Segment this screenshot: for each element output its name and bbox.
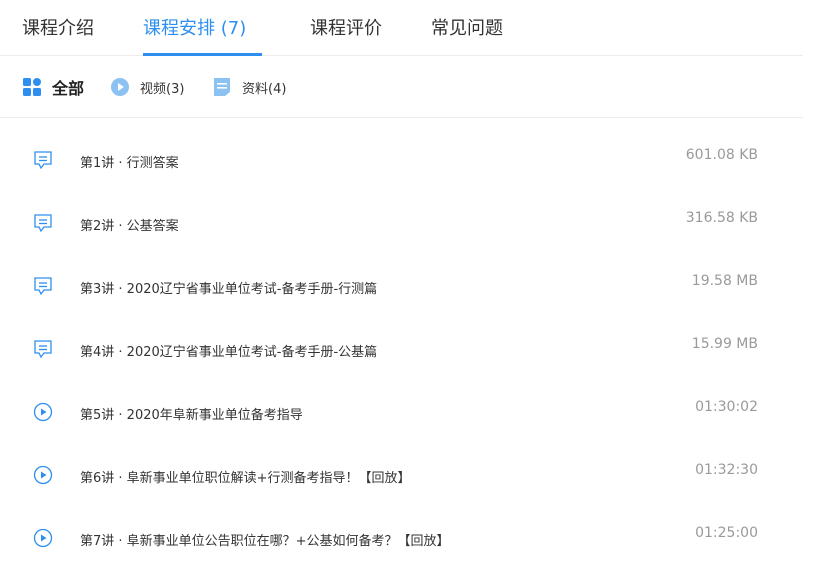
filter-all[interactable]: 全部 (22, 75, 84, 99)
play-circle-icon (32, 402, 54, 422)
filter-docs[interactable]: 资料(4) (212, 75, 286, 99)
lesson-row[interactable]: 第4讲 · 2020辽宁省事业单位考试-备考手册-公基篇 15.99 MB (0, 307, 803, 370)
lesson-duration: 01:25:00 (695, 525, 758, 541)
lesson-title: 第5讲 · 2020年阜新事业单位备考指导 (80, 408, 303, 423)
lesson-size: 601.08 KB (685, 147, 758, 163)
filter-all-label: 全部 (52, 79, 85, 98)
course-tabs: 课程介绍 课程安排 (7) 课程评价 常见问题 (0, 0, 803, 56)
lesson-title: 第1讲 · 行测答案 (80, 156, 179, 171)
document-icon (212, 77, 232, 97)
lesson-row[interactable]: 第2讲 · 公基答案 316.58 KB (0, 181, 803, 244)
filter-bar: 全部 视频(3) 资料(4) (0, 56, 803, 118)
grid-icon (22, 77, 42, 97)
lesson-row[interactable]: 第1讲 · 行测答案 601.08 KB (0, 118, 803, 181)
lesson-duration: 01:32:30 (695, 462, 758, 478)
tab-faq[interactable]: 常见问题 (431, 14, 503, 40)
filter-docs-label: 资料(4) (242, 81, 287, 97)
lesson-title: 第7讲 · 阜新事业单位公告职位在哪？+公基如何备考？【回放】 (80, 534, 450, 549)
play-circle-icon (32, 528, 54, 548)
lesson-row[interactable]: 第7讲 · 阜新事业单位公告职位在哪？+公基如何备考？【回放】 01:25:00 (0, 496, 803, 559)
lesson-title: 第4讲 · 2020辽宁省事业单位考试-备考手册-公基篇 (80, 345, 378, 360)
lesson-size: 19.58 MB (691, 273, 758, 289)
play-circle-icon (110, 77, 130, 97)
tab-reviews[interactable]: 课程评价 (310, 14, 382, 40)
lesson-row[interactable]: 第5讲 · 2020年阜新事业单位备考指导 01:30:02 (0, 370, 803, 433)
lesson-size: 15.99 MB (691, 336, 758, 352)
document-icon (32, 276, 54, 296)
play-circle-icon (32, 465, 54, 485)
lesson-title: 第3讲 · 2020辽宁省事业单位考试-备考手册-行测篇 (80, 282, 378, 297)
filter-video[interactable]: 视频(3) (110, 75, 184, 99)
filter-video-label: 视频(3) (140, 81, 185, 97)
tab-schedule[interactable]: 课程安排 (7) (143, 14, 246, 40)
lesson-size: 316.58 KB (685, 210, 758, 226)
lesson-title: 第2讲 · 公基答案 (80, 219, 179, 234)
lesson-duration: 01:30:02 (695, 399, 758, 415)
document-icon (32, 339, 54, 359)
tab-intro[interactable]: 课程介绍 (22, 14, 94, 40)
document-icon (32, 213, 54, 233)
lesson-row[interactable]: 第6讲 · 阜新事业单位职位解读+行测备考指导！【回放】 01:32:30 (0, 433, 803, 496)
lesson-title: 第6讲 · 阜新事业单位职位解读+行测备考指导！【回放】 (80, 471, 411, 486)
lesson-row[interactable]: 第3讲 · 2020辽宁省事业单位考试-备考手册-行测篇 19.58 MB (0, 244, 803, 307)
document-icon (32, 150, 54, 170)
